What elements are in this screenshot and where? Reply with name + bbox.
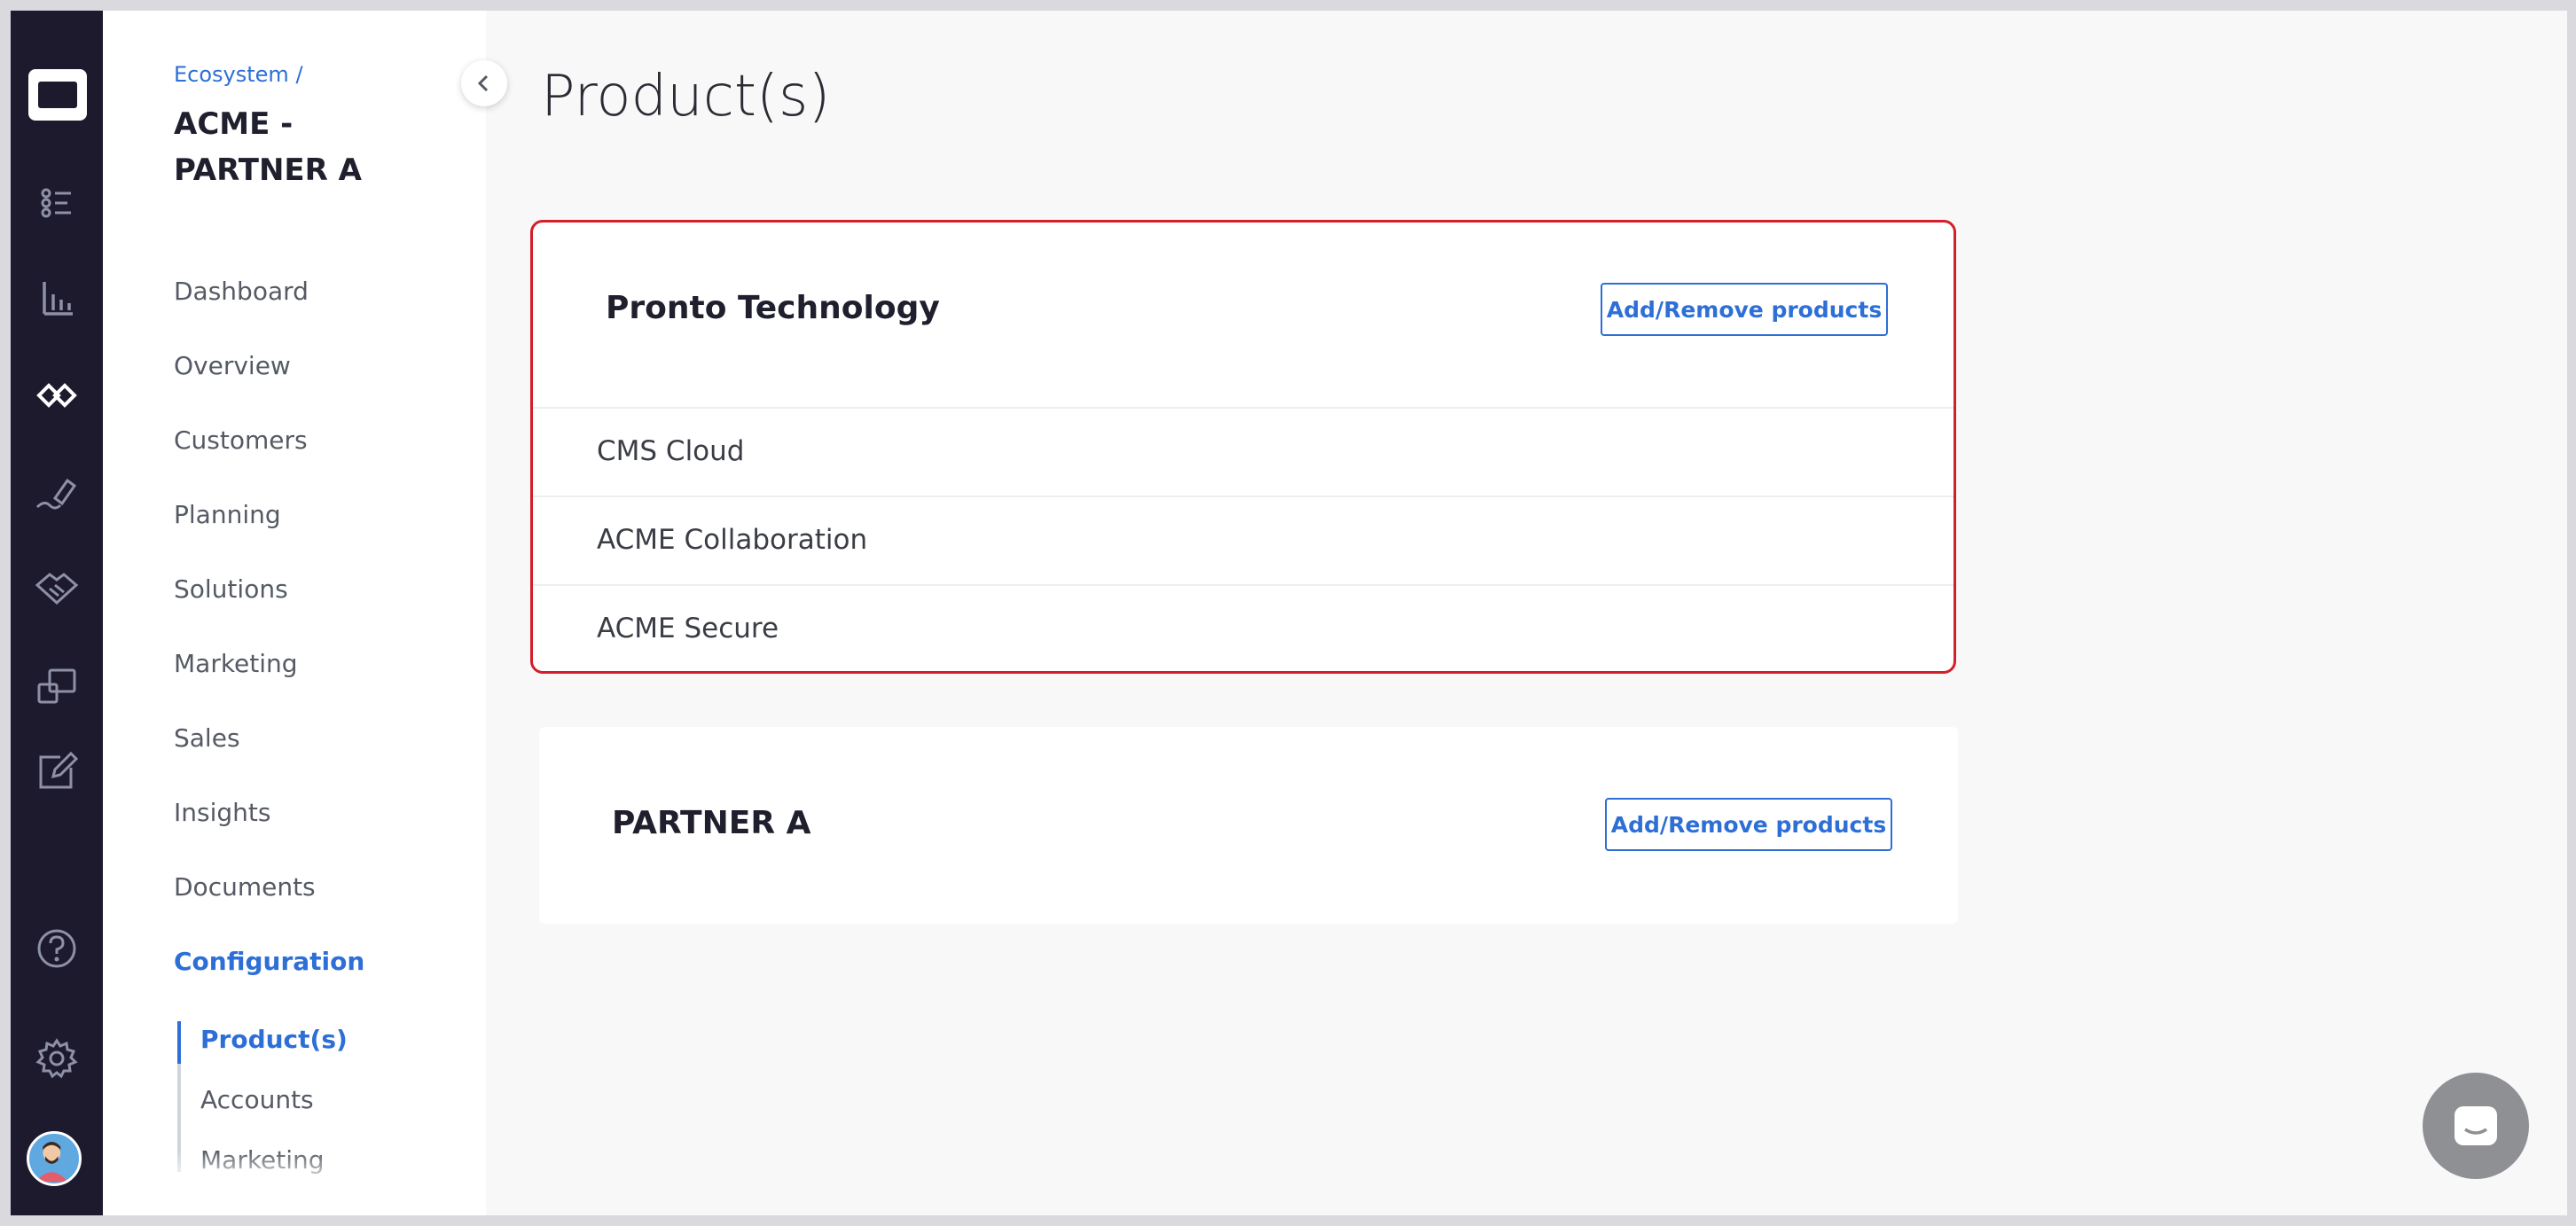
user-avatar[interactable] [27,1131,82,1186]
product-group-card: PARTNER A Add/Remove products [539,727,1958,924]
sidebar-item-insights[interactable]: Insights [174,798,270,827]
subnav-item-products[interactable]: Product(s) [200,1025,348,1054]
product-name: CMS Cloud [597,435,745,467]
subnav-item-accounts[interactable]: Accounts [200,1085,314,1114]
icon-rail [11,11,103,1215]
chevron-left-icon [477,74,489,92]
sidebar-item-solutions[interactable]: Solutions [174,574,288,604]
handshake-icon[interactable] [34,566,80,612]
signature-pen-icon[interactable] [34,470,80,516]
checklist-icon[interactable] [34,179,80,225]
product-name: ACME Secure [597,613,779,644]
collapse-sidebar-button[interactable] [461,60,507,106]
edit-note-icon[interactable] [34,748,80,794]
subnav-active-indicator [177,1021,181,1064]
product-name: ACME Collaboration [597,524,868,556]
page-title: Product(s) [541,64,831,129]
product-row[interactable]: ACME Secure [533,586,1954,675]
settings-gear-icon[interactable] [34,1035,80,1082]
help-icon[interactable] [34,925,80,972]
product-group-card: Pronto Technology Add/Remove products CM… [530,220,1956,674]
card-title: PARTNER A [612,805,811,841]
breadcrumb[interactable]: Ecosystem / [174,62,303,87]
ecosystem-link-icon[interactable] [34,372,80,418]
sidebar-item-documents[interactable]: Documents [174,872,316,902]
card-header: Pronto Technology Add/Remove products [533,223,1954,409]
app-logo-icon[interactable] [28,69,87,121]
chat-icon [2455,1106,2497,1145]
product-row[interactable]: CMS Cloud [533,409,1954,497]
bar-chart-icon[interactable] [34,275,80,321]
sidebar-item-configuration[interactable]: Configuration [174,947,364,976]
screens-icon[interactable] [34,663,80,709]
sidebar-nav: Ecosystem / ACME - PARTNER A Dashboard O… [103,11,486,1215]
app-window: Ecosystem / ACME - PARTNER A Dashboard O… [11,11,2567,1215]
product-row[interactable]: ACME Collaboration [533,497,1954,586]
sidebar-item-sales[interactable]: Sales [174,723,240,753]
sidebar-item-customers[interactable]: Customers [174,426,308,455]
add-remove-products-button[interactable]: Add/Remove products [1601,283,1888,336]
card-title: Pronto Technology [606,290,940,326]
sidebar-item-overview[interactable]: Overview [174,351,291,380]
chat-launcher-button[interactable] [2423,1073,2529,1179]
sidebar-item-marketing[interactable]: Marketing [174,649,298,678]
nav-scroll-fade [103,1151,486,1215]
sidebar-item-planning[interactable]: Planning [174,500,281,529]
add-remove-products-button[interactable]: Add/Remove products [1605,798,1892,851]
sidebar-item-dashboard[interactable]: Dashboard [174,277,309,306]
partner-title: ACME - PARTNER A [174,106,362,188]
user-avatar-icon [35,1142,68,1183]
